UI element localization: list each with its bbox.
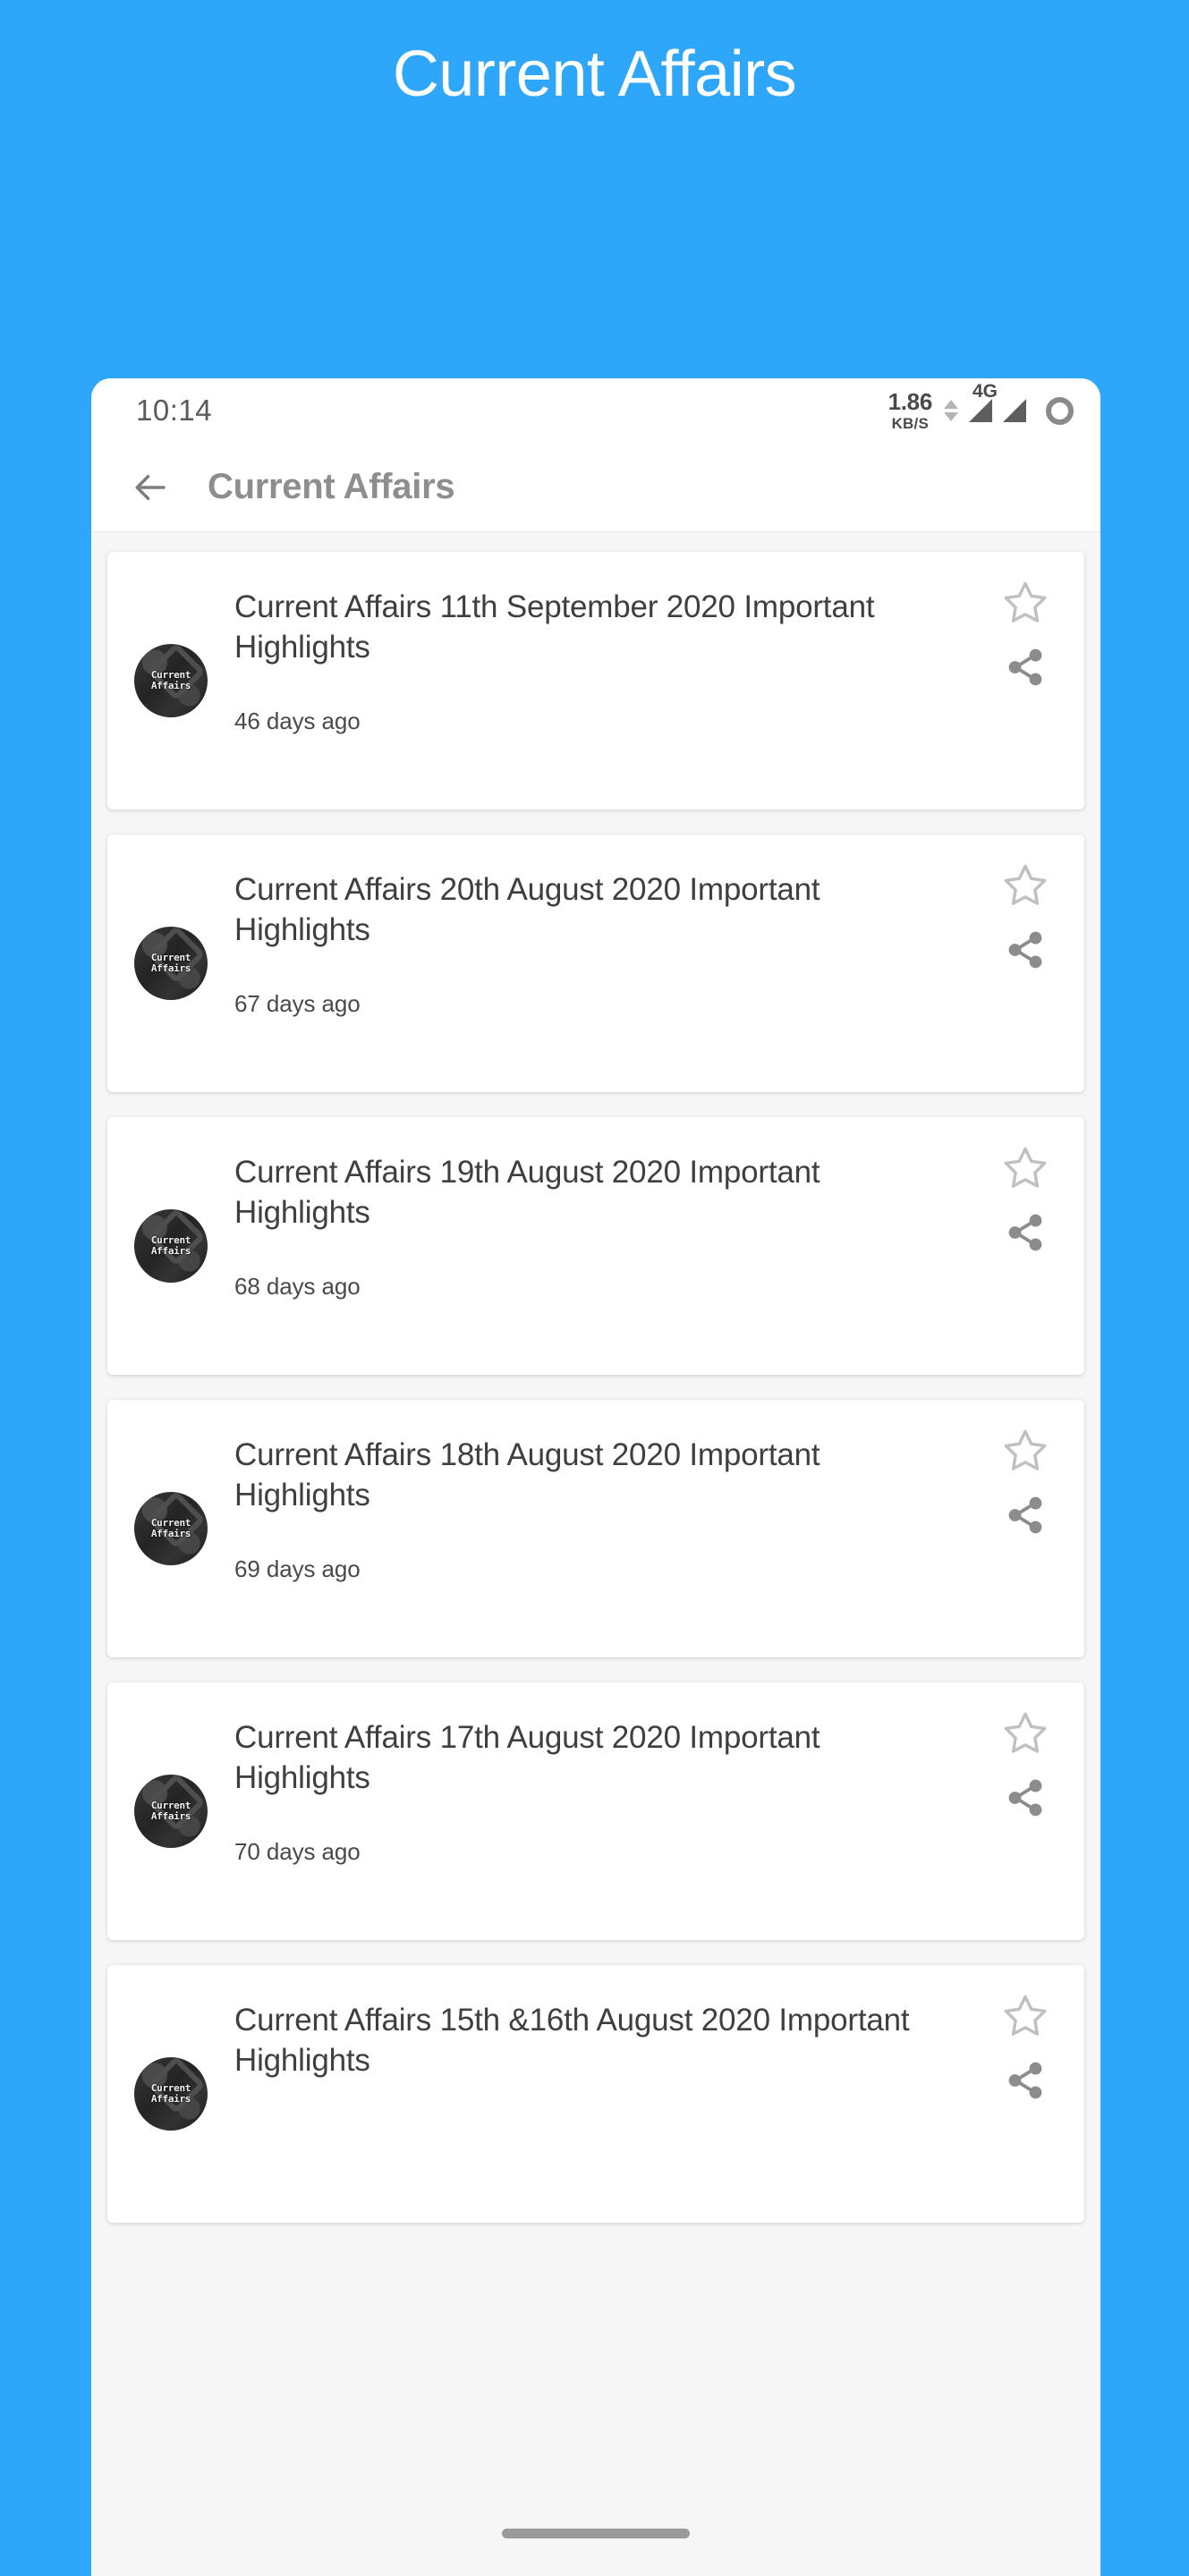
article-thumbnail-icon: Current Affairs [134,2057,208,2131]
thumbnail-container: Current Affairs [107,1117,234,1375]
list-item[interactable]: Current Affairs Current Affairs 15th &16… [107,1965,1084,2223]
article-date: 67 days ago [234,989,361,1017]
favorite-button[interactable] [1002,579,1049,625]
article-title: Current Affairs 11th September 2020 Impo… [234,589,875,665]
list-item-actions [966,1965,1084,2223]
page-title: Current Affairs [392,38,797,110]
favorite-button[interactable] [1002,1709,1049,1756]
article-thumbnail-icon: Current Affairs [134,644,208,717]
list-item-body: Current Affairs 18th August 2020 Importa… [234,1400,966,1657]
star-icon [1004,1429,1047,1470]
list-item[interactable]: Current Affairs Current Affairs 17th Aug… [107,1682,1084,1940]
arrow-down-icon [944,412,958,421]
arrow-up-icon [944,400,958,409]
list-item[interactable]: Current Affairs Current Affairs 19th Aug… [107,1117,1084,1375]
app-bar-title: Current Affairs [208,467,455,506]
list-item-actions [966,1400,1084,1657]
list-item-actions [966,835,1084,1092]
thumbnail-container: Current Affairs [107,1400,234,1657]
article-thumbnail-icon: Current Affairs [134,1209,208,1283]
network-speed-unit: KB/S [891,415,929,432]
thumbnail-label: Current Affairs [150,1517,191,1539]
phone-screen: 10:14 1.86 KB/S 4G Current Affairs Curre… [91,378,1100,2576]
network-type-label: 4G [972,381,998,402]
status-indicators: 1.86 KB/S 4G [888,381,1074,432]
favorite-button[interactable] [1002,1992,1049,2038]
article-title: Current Affairs 19th August 2020 Importa… [234,1155,820,1230]
share-icon [1008,931,1042,969]
battery-ring-icon [1046,396,1074,425]
list-item-body: Current Affairs 11th September 2020 Impo… [234,552,966,809]
article-list[interactable]: Current Affairs Current Affairs 11th Sep… [91,532,1100,2576]
article-date: 68 days ago [234,1272,361,1300]
favorite-button[interactable] [1002,861,1049,908]
list-item-body: Current Affairs 15th &16th August 2020 I… [234,1965,966,2223]
star-icon [1004,1147,1047,1188]
share-button[interactable] [1005,1212,1046,1253]
list-item-body: Current Affairs 17th August 2020 Importa… [234,1682,966,1940]
article-title: Current Affairs 15th &16th August 2020 I… [234,2003,910,2078]
article-date: 70 days ago [234,1837,361,1865]
home-indicator[interactable] [502,2528,690,2538]
thumbnail-label: Current Affairs [150,669,191,691]
share-icon [1008,1496,1042,1534]
list-item-body: Current Affairs 20th August 2020 Importa… [234,835,966,1092]
status-bar: 10:14 1.86 KB/S 4G [91,378,1100,443]
share-icon [1008,1779,1042,1817]
favorite-button[interactable] [1002,1144,1049,1191]
share-button[interactable] [1005,647,1046,688]
list-item-body: Current Affairs 19th August 2020 Importa… [234,1117,966,1375]
thumbnail-label: Current Affairs [150,2082,191,2105]
list-item-actions [966,552,1084,809]
thumbnail-label: Current Affairs [150,1800,191,1822]
thumbnail-label: Current Affairs [150,952,191,974]
back-button[interactable] [132,469,170,506]
thumbnail-container: Current Affairs [107,1965,234,2223]
list-item[interactable]: Current Affairs Current Affairs 11th Sep… [107,552,1084,809]
share-button[interactable] [1005,929,1046,970]
article-thumbnail-icon: Current Affairs [134,1492,208,1565]
status-clock: 10:14 [136,394,213,427]
gesture-nav-bar [91,2490,1100,2576]
article-thumbnail-icon: Current Affairs [134,927,208,1000]
list-item-actions [966,1682,1084,1940]
list-item[interactable]: Current Affairs Current Affairs 20th Aug… [107,835,1084,1092]
signal-bars-sim2-icon [1003,399,1026,422]
list-item-actions [966,1117,1084,1375]
article-title: Current Affairs 20th August 2020 Importa… [234,872,820,947]
share-icon [1008,1214,1042,1251]
back-arrow-icon [135,474,166,500]
star-icon [1004,1712,1047,1753]
thumbnail-label: Current Affairs [150,1234,191,1257]
signal-bars-sim1-icon: 4G [969,381,998,422]
favorite-button[interactable] [1002,1427,1049,1473]
thumbnail-container: Current Affairs [107,552,234,809]
article-title: Current Affairs 17th August 2020 Importa… [234,1720,820,1795]
star-icon [1004,1995,1047,2036]
signal-triangle-icon [1003,399,1026,422]
article-title: Current Affairs 18th August 2020 Importa… [234,1437,820,1513]
share-button[interactable] [1005,2060,1046,2101]
list-item[interactable]: Current Affairs Current Affairs 18th Aug… [107,1400,1084,1657]
app-bar: Current Affairs [91,443,1100,532]
share-button[interactable] [1005,1777,1046,1818]
share-icon [1008,648,1042,686]
star-icon [1004,581,1047,623]
data-transfer-arrows-icon [944,400,958,421]
network-speed-indicator: 1.86 KB/S [888,388,933,432]
thumbnail-container: Current Affairs [107,835,234,1092]
network-speed-value: 1.86 [888,388,933,415]
share-button[interactable] [1005,1495,1046,1536]
article-date: 69 days ago [234,1555,361,1582]
thumbnail-container: Current Affairs [107,1682,234,1940]
star-icon [1004,864,1047,905]
share-icon [1008,2062,1042,2099]
article-thumbnail-icon: Current Affairs [134,1775,208,1848]
article-date: 46 days ago [234,707,361,734]
